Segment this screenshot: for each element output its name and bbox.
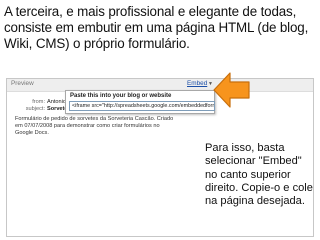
embed-link[interactable]: Embed (187, 80, 207, 87)
from-value: Antonio (47, 99, 66, 105)
slide-heading: A terceira, e mais profissional e elegan… (4, 4, 309, 51)
form-description: Formulário de pedido de sorvetes da Sorv… (15, 116, 174, 136)
preview-label: Preview (11, 80, 34, 87)
embed-code-popup: Paste this into your blog or website <if… (65, 90, 215, 114)
orange-arrow-icon (213, 72, 250, 108)
popup-title: Paste this into your blog or website (70, 93, 172, 99)
embed-code-field[interactable]: <iframe src="http://spreadsheets.google.… (69, 101, 215, 111)
from-label: from: (32, 99, 45, 105)
subject-label: subject: (25, 106, 45, 112)
orange-arrow-shape (213, 72, 250, 108)
instruction-text: Para isso, basta selecionar "Embed" no c… (205, 142, 313, 208)
